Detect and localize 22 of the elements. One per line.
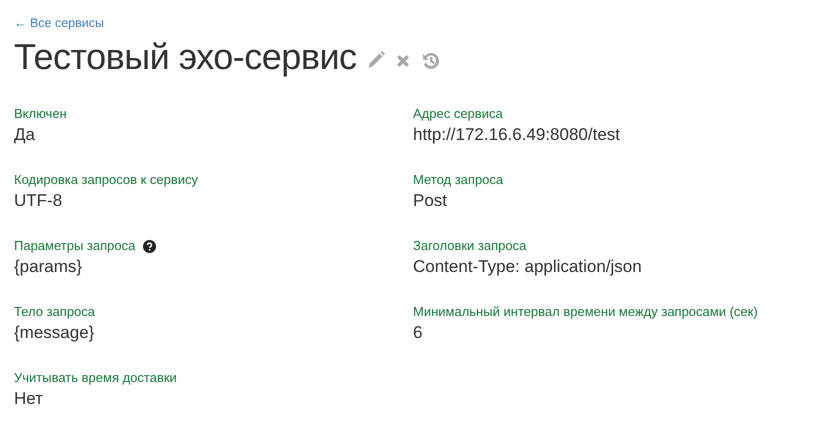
field-value: {message}: [14, 322, 94, 344]
back-link[interactable]: ← Все сервисы: [14, 16, 104, 30]
field-label: Метод запроса: [413, 171, 504, 189]
field-value: http://172.16.6.49:8080/test: [413, 124, 620, 146]
field-label: Учитывать время доставки: [14, 369, 177, 387]
field-value: Да: [14, 124, 35, 146]
field-label: Кодировка запросов к сервису: [14, 171, 198, 189]
field-value: {params}: [14, 256, 82, 278]
field-label: Параметры запроса: [14, 237, 136, 255]
field-value: Post: [413, 190, 448, 212]
field-label: Тело запроса: [14, 303, 96, 321]
field-label: Включен: [14, 105, 67, 123]
help-icon[interactable]: [143, 240, 156, 252]
history-icon[interactable]: [420, 51, 441, 71]
field-value: UTF-8: [14, 190, 62, 212]
page-title: Тестовый эхо-сервис: [14, 35, 357, 79]
field-value: Content-Type: application/json: [413, 256, 642, 278]
field-label: Заголовки запроса: [413, 237, 526, 255]
field-label: Адрес сервиса: [413, 105, 503, 123]
field-value: Нет: [14, 388, 43, 410]
field-value: 6: [413, 322, 422, 344]
field-label: Минимальный интервал времени между запросами (сек): [413, 303, 758, 321]
